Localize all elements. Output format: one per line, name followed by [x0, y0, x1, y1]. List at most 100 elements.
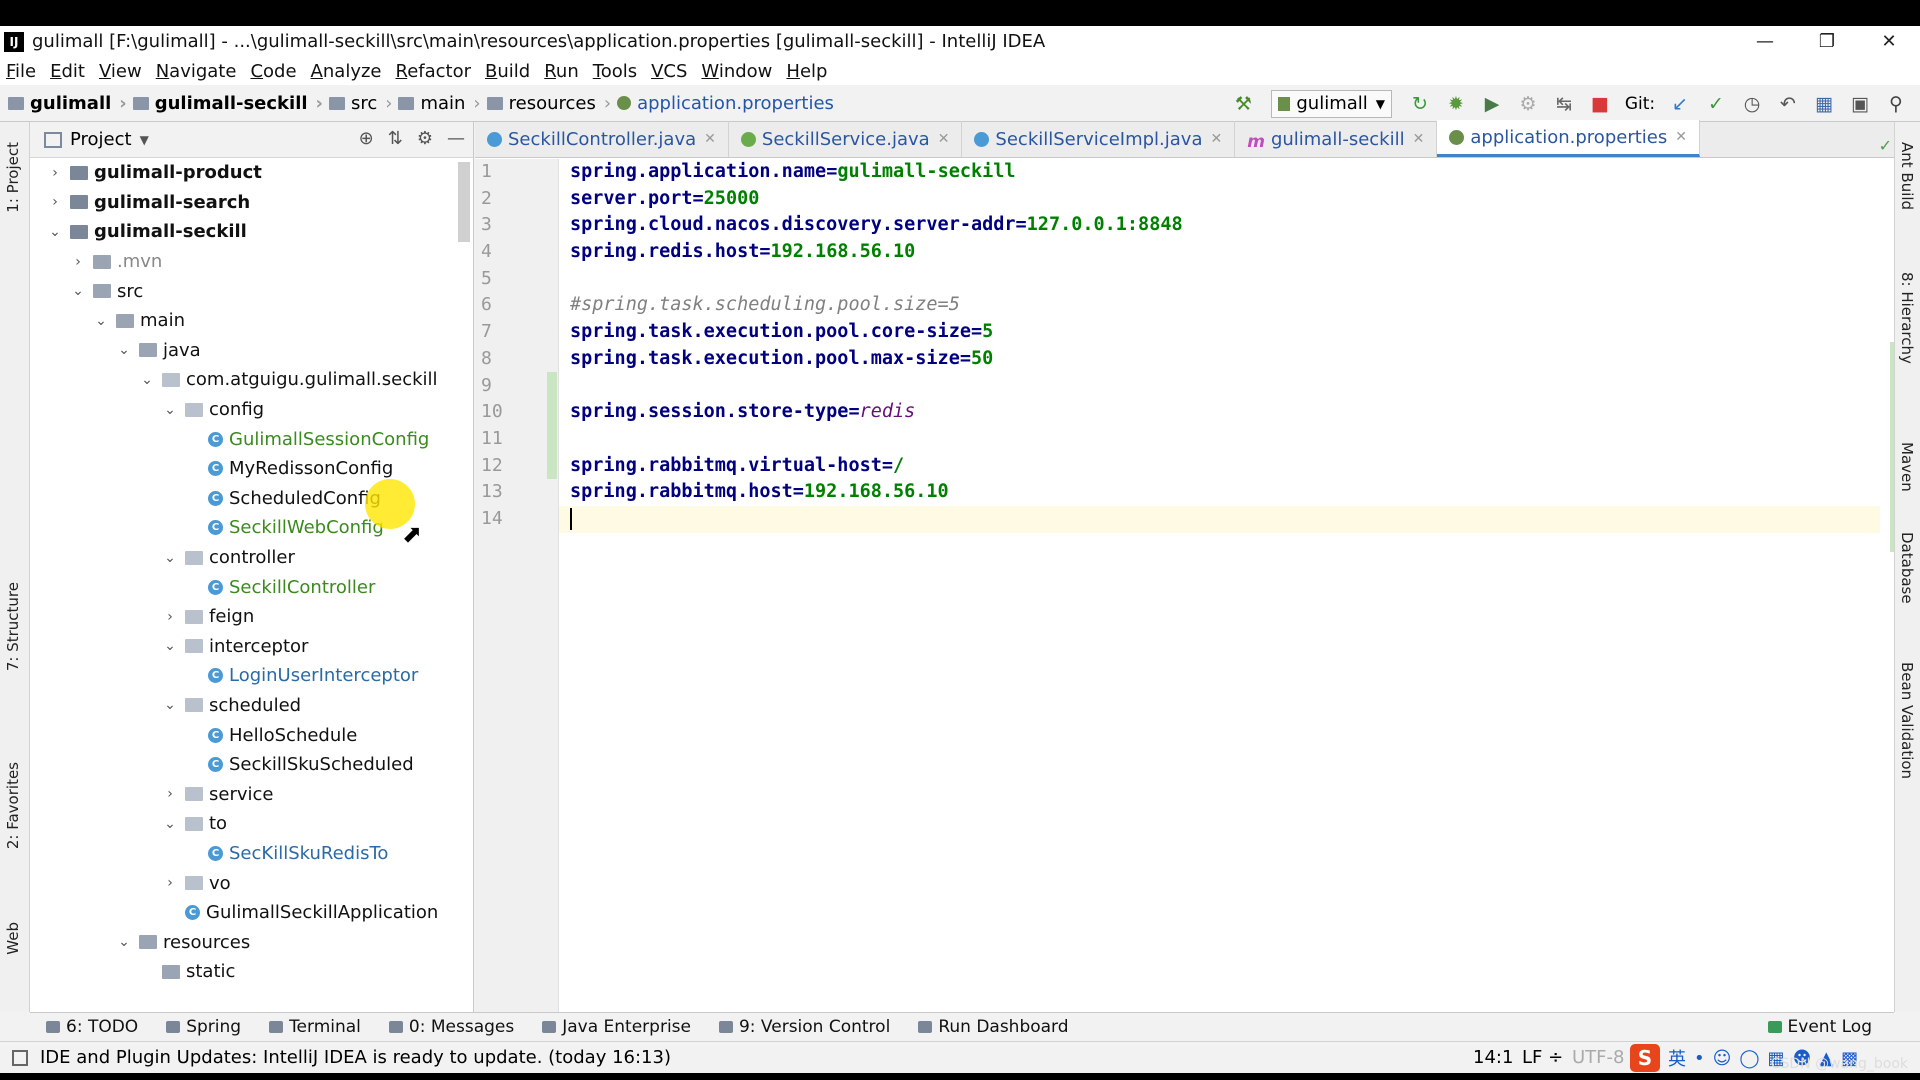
tree-node-loginuserinterceptor[interactable]: C LoginUserInterceptor: [30, 661, 473, 691]
git-update-icon[interactable]: ↙: [1662, 89, 1698, 119]
project-structure-icon[interactable]: ▦: [1806, 89, 1842, 119]
breadcrumb-item[interactable]: resources ›: [486, 93, 611, 114]
menu-item-run[interactable]: Run: [544, 61, 579, 82]
menu-item-navigate[interactable]: Navigate: [156, 61, 237, 82]
tool-tab-maven[interactable]: Maven: [1898, 442, 1916, 492]
menu-item-vcs[interactable]: VCS: [651, 61, 687, 82]
sogou-ime-icon[interactable]: S: [1630, 1044, 1660, 1072]
tree-node-gulimall-product[interactable]: › gulimall-product: [30, 158, 473, 188]
editor-tab-seckillserviceimpl-java[interactable]: SeckillServiceImpl.java ✕: [962, 121, 1236, 157]
breadcrumb-item[interactable]: application.properties: [617, 93, 834, 114]
close-tab-icon[interactable]: ✕: [1413, 131, 1425, 147]
tree-node-gulimall-search[interactable]: › gulimall-search: [30, 188, 473, 218]
caret-position[interactable]: 14:1: [1473, 1047, 1513, 1068]
close-tab-icon[interactable]: ✕: [1210, 131, 1222, 147]
git-history-icon[interactable]: ◷: [1734, 89, 1770, 119]
chevron-right-icon[interactable]: ›: [48, 194, 62, 210]
chevron-right-icon[interactable]: ›: [71, 254, 85, 270]
editor-tab-seckillservice-java[interactable]: SeckillService.java ✕: [729, 121, 963, 157]
tool-tab-project[interactable]: 1: Project: [4, 142, 22, 213]
tree-node-vo[interactable]: › vo: [30, 868, 473, 898]
breadcrumb-item[interactable]: gulimall ›: [8, 93, 127, 114]
menu-item-refactor[interactable]: Refactor: [396, 61, 472, 82]
minimize-button[interactable]: —: [1734, 31, 1796, 52]
tool-tab-web[interactable]: Web: [4, 922, 22, 955]
tree-node-java[interactable]: ⌄ java: [30, 336, 473, 366]
tool-tab-ant-build[interactable]: Ant Build: [1898, 142, 1916, 210]
panel-toggle-icon[interactable]: [12, 1049, 28, 1066]
editor-tab-seckillcontroller-java[interactable]: SeckillController.java ✕: [475, 121, 729, 157]
hide-panel-icon[interactable]: —: [447, 128, 465, 149]
microphone-icon[interactable]: ◯: [1739, 1048, 1759, 1069]
breadcrumb-item[interactable]: main ›: [398, 93, 481, 114]
stop-icon[interactable]: ■: [1582, 89, 1618, 119]
emoji-icon[interactable]: ☺: [1713, 1048, 1732, 1069]
chevron-down-icon[interactable]: ⌄: [48, 224, 62, 240]
build-hammer-icon[interactable]: ⚒: [1225, 89, 1261, 119]
restore-button[interactable]: ❐: [1796, 31, 1858, 52]
bottom-tab-9-version-control[interactable]: 9: Version Control: [718, 1017, 890, 1037]
chevron-down-icon[interactable]: ⌄: [140, 372, 154, 388]
breadcrumb-item[interactable]: gulimall-seckill ›: [132, 93, 323, 114]
gear-icon[interactable]: ⚙: [417, 128, 433, 149]
tree-node-gulimallseckillapplication[interactable]: C GulimallSeckillApplication: [30, 898, 473, 928]
coverage-icon[interactable]: ▶: [1474, 89, 1510, 119]
tree-node-static[interactable]: static: [30, 957, 473, 987]
tree-node-feign[interactable]: › feign: [30, 602, 473, 632]
chevron-down-icon[interactable]: ⌄: [71, 283, 85, 299]
menu-item-code[interactable]: Code: [250, 61, 296, 82]
git-rollback-icon[interactable]: ↶: [1770, 89, 1806, 119]
run-configuration-select[interactable]: gulimall ▼: [1271, 89, 1392, 118]
chevron-down-icon[interactable]: ⌄: [163, 697, 177, 713]
chevron-down-icon[interactable]: ⌄: [163, 402, 177, 418]
tool-tab-database[interactable]: Database: [1898, 532, 1916, 604]
tool-tab-structure[interactable]: 7: Structure: [4, 582, 22, 671]
chevron-down-icon[interactable]: ⌄: [94, 313, 108, 329]
layout-icon[interactable]: ▣: [1842, 89, 1878, 119]
menu-item-build[interactable]: Build: [485, 61, 530, 82]
tree-node-seckillcontroller[interactable]: C SeckillController: [30, 572, 473, 602]
menu-item-edit[interactable]: Edit: [50, 61, 85, 82]
chevron-right-icon[interactable]: ›: [163, 875, 177, 891]
git-commit-icon[interactable]: ✓: [1698, 89, 1734, 119]
tree-node-scheduled[interactable]: ⌄ scheduled: [30, 691, 473, 721]
menu-item-window[interactable]: Window: [701, 61, 772, 82]
tree-scrollbar[interactable]: [458, 162, 470, 242]
tree-node-resources[interactable]: ⌄ resources: [30, 927, 473, 957]
profile-icon[interactable]: ⚙: [1510, 89, 1546, 119]
chevron-down-icon[interactable]: ⌄: [163, 550, 177, 566]
menu-item-analyze[interactable]: Analyze: [311, 61, 382, 82]
line-separator[interactable]: LF ÷: [1522, 1047, 1563, 1068]
chevron-right-icon[interactable]: ›: [48, 165, 62, 181]
punctuation-icon[interactable]: •: [1694, 1048, 1705, 1069]
chevron-down-icon[interactable]: ⌄: [117, 934, 131, 950]
project-panel-title[interactable]: Project: [70, 129, 132, 150]
editor-tab-application-properties[interactable]: application.properties ✕: [1437, 120, 1700, 157]
bottom-tab-0-messages[interactable]: 0: Messages: [388, 1017, 514, 1037]
tree-node-seckillskuscheduled[interactable]: C SeckillSkuScheduled: [30, 750, 473, 780]
tree-node-seckillskuredisto[interactable]: C SecKillSkuRedisTo: [30, 839, 473, 869]
breadcrumb-item[interactable]: src ›: [328, 93, 392, 114]
bottom-tab-terminal[interactable]: Terminal: [269, 1017, 361, 1037]
close-button[interactable]: ✕: [1858, 31, 1920, 52]
chevron-right-icon[interactable]: ›: [163, 609, 177, 625]
chevron-right-icon[interactable]: ›: [163, 786, 177, 802]
menu-item-file[interactable]: File: [6, 61, 36, 82]
event-log-tab[interactable]: Event Log: [1767, 1017, 1872, 1037]
debug-icon[interactable]: ✹: [1438, 89, 1474, 119]
tree-node-interceptor[interactable]: ⌄ interceptor: [30, 632, 473, 662]
tree-node-src[interactable]: ⌄ src: [30, 276, 473, 306]
menu-item-view[interactable]: View: [99, 61, 142, 82]
status-message[interactable]: IDE and Plugin Updates: IntelliJ IDEA is…: [12, 1047, 671, 1068]
close-tab-icon[interactable]: ✕: [938, 131, 950, 147]
menu-item-tools[interactable]: Tools: [593, 61, 637, 82]
bottom-tab-6-todo[interactable]: 6: TODO: [46, 1017, 138, 1037]
tree-node-gulimallsessionconfig[interactable]: C GulimallSessionConfig: [30, 424, 473, 454]
chevron-down-icon[interactable]: ⌄: [163, 816, 177, 832]
tree-node-config[interactable]: ⌄ config: [30, 395, 473, 425]
tree-node-to[interactable]: ⌄ to: [30, 809, 473, 839]
tree-node-main[interactable]: ⌄ main: [30, 306, 473, 336]
chevron-down-icon[interactable]: ⌄: [163, 638, 177, 654]
chevron-down-icon[interactable]: ▼: [140, 133, 149, 147]
tool-tab-hierarchy[interactable]: 8: Hierarchy: [1898, 272, 1916, 364]
